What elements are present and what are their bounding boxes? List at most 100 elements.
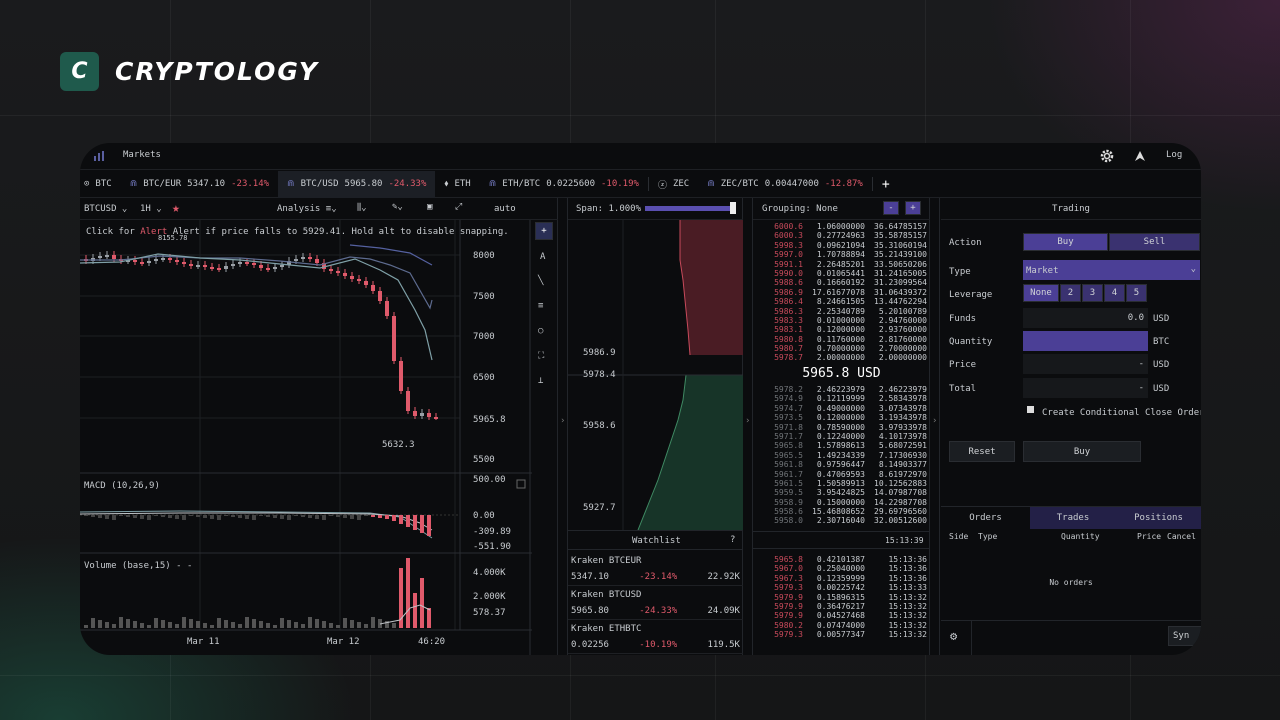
span-slider[interactable] [645,206,733,211]
analysis-button[interactable]: Analysis ≡⌄ [277,204,337,214]
sell-action-button[interactable]: Sell [1109,233,1200,251]
interval-select[interactable]: 1H ⌄ [140,204,162,214]
quantity-input[interactable] [1023,331,1148,351]
text-tool-icon[interactable]: A [540,252,545,262]
asks-row[interactable]: 5991.1 2.26485201 33.50650206 [753,260,927,269]
asks-row[interactable]: 5986.9 17.61677078 31.06439372 [753,288,927,297]
grouping-minus-button[interactable]: - [883,201,899,215]
collapse-handle[interactable]: › [743,198,753,655]
symbol-select[interactable]: BTCUSD ⌄ [84,204,127,214]
asks-row[interactable]: 5998.3 0.09621094 35.31060194 [753,241,927,250]
chart-bars-icon[interactable] [94,151,104,161]
submit-buy-button[interactable]: Buy [1023,441,1141,462]
leverage-4[interactable]: 4 [1104,284,1125,302]
sync-button[interactable]: Syn [1168,626,1201,646]
login-link[interactable]: Log [1166,150,1182,160]
trades-row[interactable]: 5979.3 0.00225742 15:13:33 [753,583,927,592]
line-tool-icon[interactable]: ╲ [538,276,543,286]
buy-action-button[interactable]: Buy [1023,233,1108,251]
trades-row[interactable]: 5979.3 0.00577347 15:13:32 [753,630,927,639]
tab-trades[interactable]: Trades [1030,507,1116,529]
asks-row[interactable]: 5986.4 8.24661505 13.44762294 [753,297,927,306]
trades-row[interactable]: 5979.9 0.36476217 15:13:32 [753,602,927,611]
watchlist-item[interactable]: Kraken ETHBTC 0.02256 -10.19% 119.5K [568,620,743,654]
bids-row[interactable]: 5965.8 1.57898613 5.68072591 [753,441,927,450]
close-icon[interactable] [516,479,526,489]
settings-gear-icon[interactable]: ⚙ [950,629,957,643]
crosshair-tool-icon[interactable]: + [535,222,553,240]
add-tab-button[interactable]: + [873,171,899,198]
depth-chart[interactable]: 5986.9 5978.4 5958.6 5927.7 [568,220,743,530]
tab-btc-eur[interactable]: ⋒ BTC/EUR 5347.10 -23.14% [121,171,278,198]
span-slider-handle[interactable] [730,202,736,214]
watchlist-item[interactable]: Kraken BTCEUR 5347.10 -23.14% 22.92K [568,552,743,586]
tab-positions[interactable]: Positions [1116,507,1201,529]
asks-row[interactable]: 5988.6 0.16660192 31.23099564 [753,278,927,287]
conditional-close-checkbox[interactable] [1027,406,1034,413]
collapse-handle[interactable]: › [558,198,568,655]
bids-row[interactable]: 5958.6 15.46808652 29.69796560 [753,507,927,516]
bids-row[interactable]: 5974.9 0.12119999 2.58343978 [753,394,927,403]
bids-row[interactable]: 5961.8 0.97596447 8.14903377 [753,460,927,469]
bids-row[interactable]: 5965.5 1.49234339 7.17306930 [753,451,927,460]
asks-row[interactable]: 5983.3 0.01000000 2.94760000 [753,316,927,325]
measure-tool-icon[interactable]: ⛶ [538,351,544,361]
order-type-select[interactable]: Market ⌄ [1023,260,1200,280]
tab-orders[interactable]: Orders [941,507,1030,529]
asks-row[interactable]: 6000.6 1.06000000 36.64785157 [753,222,927,231]
bids-row[interactable]: 5978.2 2.46223979 2.46223979 [753,385,927,394]
watchlist-item[interactable]: Kraken BTCUSD 5965.80 -24.33% 24.09K [568,586,743,620]
fork-tool-icon[interactable]: ⊥ [538,376,543,386]
asks-row[interactable]: 5980.7 0.70000000 2.70000000 [753,344,927,353]
markets-menu[interactable]: Markets [123,150,161,160]
tab-zec[interactable]: ⓩ ZEC [649,171,698,198]
bids-row[interactable]: 5959.5 3.95424825 14.07987708 [753,488,927,497]
leverage-2[interactable]: 2 [1060,284,1081,302]
leverage-none[interactable]: None [1023,284,1059,302]
help-icon[interactable]: ? [730,535,735,545]
bids-row[interactable]: 5958.9 0.15000000 14.22987708 [753,498,927,507]
asks-row[interactable]: 6000.3 0.27724963 35.58785157 [753,231,927,240]
bids-row[interactable]: 5973.5 0.12000000 3.19343978 [753,413,927,422]
trades-row[interactable]: 5965.8 0.42101387 15:13:36 [753,555,927,564]
trades-row[interactable]: 5967.0 0.25040000 15:13:36 [753,564,927,573]
price-chart[interactable]: 8155.78 5632.3 8000 7500 7000 6500 5965.… [80,220,558,655]
circle-tool-icon[interactable]: ○ [538,326,543,336]
trades-row[interactable]: 5979.9 0.15896315 15:13:32 [753,593,927,602]
expand-icon[interactable]: ⤢ [455,202,462,212]
macd-bar [287,515,291,520]
auto-scale-toggle[interactable]: auto [494,204,516,214]
bids-row[interactable]: 5961.5 1.50589913 10.12562883 [753,479,927,488]
trades-row[interactable]: 5979.9 0.04527468 15:13:32 [753,611,927,620]
trades-row[interactable]: 5980.2 0.07474000 15:13:32 [753,621,927,630]
tab-eth[interactable]: ⬧ ETH [435,171,479,198]
bids-row[interactable]: 5971.7 0.12240000 4.10173978 [753,432,927,441]
bids-row[interactable]: 5971.8 0.78590000 3.97933978 [753,423,927,432]
bids-row[interactable]: 5974.7 0.49000000 3.07343978 [753,404,927,413]
candle-type-icon[interactable]: ⫼⌄ [357,203,367,213]
calendar-icon[interactable]: ▣ [427,202,432,212]
star-icon[interactable]: ★ [172,201,180,216]
asks-row[interactable]: 5980.8 0.11760000 2.81760000 [753,335,927,344]
bids-row[interactable]: 5958.0 2.30716040 32.00512600 [753,516,927,525]
rocket-icon[interactable] [1132,148,1148,164]
leverage-3[interactable]: 3 [1082,284,1103,302]
asks-row[interactable]: 5990.0 0.01065441 31.24165005 [753,269,927,278]
tab-zec-btc[interactable]: ⋒ ZEC/BTC 0.00447000 -12.87% [698,171,872,198]
grouping-plus-button[interactable]: + [905,201,921,215]
tab-btc-usd[interactable]: ⋒ BTC/USD 5965.80 -24.33% [278,170,436,198]
gear-icon[interactable] [1099,148,1115,164]
trades-row[interactable]: 5967.3 0.12359999 15:13:36 [753,574,927,583]
tab-btc[interactable]: ⊙ BTC [80,171,121,198]
asks-row[interactable]: 5997.0 1.70788894 35.21439100 [753,250,927,259]
asks-row[interactable]: 5983.1 0.12000000 2.93760000 [753,325,927,334]
tab-eth-btc[interactable]: ⋒ ETH/BTC 0.0225600 -10.19% [480,171,648,198]
lines-tool-icon[interactable]: ≡ [538,301,543,311]
pencil-icon[interactable]: ✎⌄ [392,202,403,212]
leverage-5[interactable]: 5 [1126,284,1147,302]
reset-button[interactable]: Reset [949,441,1015,462]
asks-row[interactable]: 5986.3 2.25340789 5.20100789 [753,307,927,316]
bids-row[interactable]: 5961.7 0.47069593 8.61972970 [753,470,927,479]
collapse-handle[interactable]: › [930,198,940,655]
asks-row[interactable]: 5978.7 2.00000000 2.00000000 [753,353,927,362]
